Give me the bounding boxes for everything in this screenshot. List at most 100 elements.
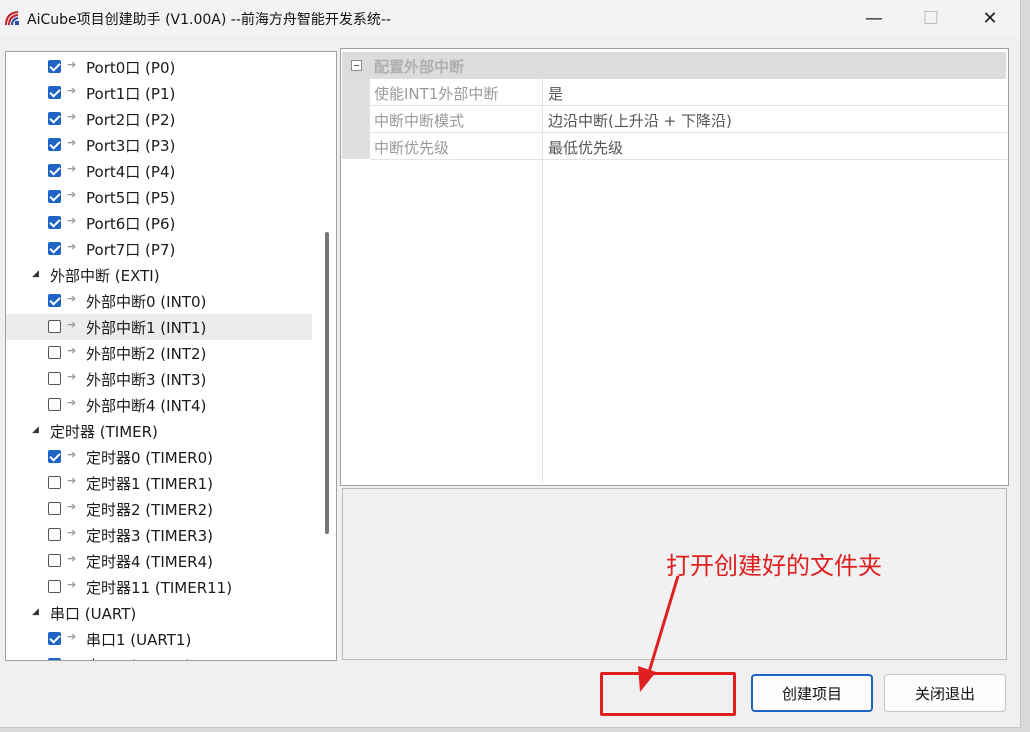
property-category-label: 配置外部中断	[374, 58, 465, 76]
arrow-right-icon: ➔	[67, 474, 77, 487]
tree-item-checkbox[interactable]	[48, 138, 61, 151]
tree-item-checkbox[interactable]	[48, 554, 61, 567]
property-value[interactable]: 边沿中断(上升沿 + 下降沿)	[548, 110, 732, 131]
tree-group[interactable]: ◢ 外部中断 (EXTI)	[6, 262, 312, 288]
tree-item[interactable]: ➔ Port3口 (P3)	[6, 132, 312, 158]
expand-icon[interactable]: ◢	[32, 425, 39, 435]
tree-item[interactable]: ➔ Port2口 (P2)	[6, 106, 312, 132]
tree-item[interactable]: ➔ Port6口 (P6)	[6, 210, 312, 236]
tree-item-checkbox[interactable]	[48, 450, 61, 463]
close-button[interactable]: ✕	[966, 0, 1014, 36]
tree-item[interactable]: ➔ 外部中断4 (INT4)	[6, 392, 312, 418]
annotation-highlight-box	[600, 672, 736, 716]
tree-item-label: 定时器 (TIMER)	[50, 423, 158, 441]
tree-item[interactable]: ➔ 外部中断3 (INT3)	[6, 366, 312, 392]
tree-group[interactable]: ◢ 定时器 (TIMER)	[6, 418, 312, 444]
create-project-button[interactable]: 创建项目	[751, 674, 873, 712]
tree-item-checkbox[interactable]	[48, 320, 61, 333]
property-name: 中断优先级	[374, 139, 450, 157]
tree-item-label: Port3口 (P3)	[86, 137, 176, 155]
tree-item-label: 外部中断0 (INT0)	[86, 293, 207, 311]
arrow-right-icon: ➔	[67, 292, 77, 305]
property-category[interactable]: 配置外部中断	[342, 52, 1006, 79]
tree-item-checkbox[interactable]	[48, 398, 61, 411]
tree-item-checkbox[interactable]	[48, 372, 61, 385]
property-row[interactable]: 中断优先级 最低优先级	[370, 133, 1007, 160]
tree-item-checkbox[interactable]	[48, 658, 61, 660]
tree-item-checkbox[interactable]	[48, 216, 61, 229]
tree-item-label: 外部中断1 (INT1)	[86, 319, 207, 337]
tree-item[interactable]: ➔ Port1口 (P1)	[6, 80, 312, 106]
tree-scrollbar-thumb[interactable]	[325, 232, 329, 534]
arrow-right-icon: ➔	[67, 162, 77, 175]
tree-item[interactable]: ➔ Port7口 (P7)	[6, 236, 312, 262]
close-exit-button[interactable]: 关闭退出	[884, 674, 1006, 712]
tree-item-label: 定时器0 (TIMER0)	[86, 449, 213, 467]
tree-item[interactable]: ➔ 外部中断1 (INT1)	[6, 314, 312, 340]
property-name: 中断中断模式	[374, 112, 465, 130]
expand-icon[interactable]: ◢	[32, 269, 39, 279]
tree-item-label: Port2口 (P2)	[86, 111, 176, 129]
tree-item-checkbox[interactable]	[48, 86, 61, 99]
property-value[interactable]: 是	[548, 83, 563, 104]
tree-item-checkbox[interactable]	[48, 502, 61, 515]
tree-item[interactable]: ➔ Port0口 (P0)	[6, 54, 312, 80]
tree-item-label: Port6口 (P6)	[86, 215, 176, 233]
tree-item-label: 定时器2 (TIMER2)	[86, 501, 213, 519]
tree-item-checkbox[interactable]	[48, 60, 61, 73]
tree-item[interactable]: ➔ 定时器3 (TIMER3)	[6, 522, 312, 548]
arrow-right-icon: ➔	[67, 526, 77, 539]
tree-item-label: 定时器1 (TIMER1)	[86, 475, 213, 493]
tree-item[interactable]: ➔ 外部中断0 (INT0)	[6, 288, 312, 314]
tree-item-checkbox[interactable]	[48, 242, 61, 255]
tree-item-label: Port7口 (P7)	[86, 241, 176, 259]
tree-item[interactable]: ➔ 定时器1 (TIMER1)	[6, 470, 312, 496]
tree-item-checkbox[interactable]	[48, 112, 61, 125]
tree-item-checkbox[interactable]	[48, 476, 61, 489]
expand-icon[interactable]: ◢	[32, 607, 39, 617]
peripheral-tree[interactable]: ➔ Port0口 (P0) ➔ Port1口 (P1) ➔ Port2口 (P2) ➔ Por…	[5, 51, 337, 661]
tree-item[interactable]: ➔ 定时器4 (TIMER4)	[6, 548, 312, 574]
tree-item[interactable]: ➔ 定时器2 (TIMER2)	[6, 496, 312, 522]
minimize-button[interactable]: —	[850, 0, 898, 36]
tree-item[interactable]: ➔ 定时器11 (TIMER11)	[6, 574, 312, 600]
property-value[interactable]: 最低优先级	[548, 137, 623, 158]
collapse-icon[interactable]	[351, 60, 362, 71]
property-row[interactable]: 中断中断模式 边沿中断(上升沿 + 下降沿)	[370, 106, 1007, 133]
tree-item-label: Port0口 (P0)	[86, 59, 176, 77]
property-row[interactable]: 使能INT1外部中断 是	[370, 79, 1007, 106]
window-title: AiCube项目创建助手 (V1.00A) --前海方舟智能开发系统--	[27, 12, 391, 28]
tree-item-checkbox[interactable]	[48, 632, 61, 645]
arrow-right-icon: ➔	[67, 630, 77, 643]
arrow-right-icon: ➔	[67, 656, 76, 660]
tree-item-checkbox[interactable]	[48, 528, 61, 541]
arrow-right-icon: ➔	[67, 396, 77, 409]
tree-item-checkbox[interactable]	[48, 294, 61, 307]
tree-item[interactable]: ➔ 外部中断2 (INT2)	[6, 340, 312, 366]
arrow-right-icon: ➔	[67, 552, 77, 565]
arrow-right-icon: ➔	[67, 578, 77, 591]
property-grid[interactable]: 配置外部中断 使能INT1外部中断 是 中断中断模式 边沿中断(上升沿 + 下降…	[340, 48, 1009, 486]
tree-item-label: 外部中断4 (INT4)	[86, 397, 207, 415]
tree-item[interactable]: ➔ Port4口 (P4)	[6, 158, 312, 184]
arrow-right-icon: ➔	[67, 370, 77, 383]
tree-item[interactable]: ➔ 串口1 (UART1)	[6, 626, 312, 652]
tree-item-label: 串口1 (UART1)	[86, 631, 192, 649]
tree-item[interactable]: ➔ 定时器0 (TIMER0)	[6, 444, 312, 470]
tree-item-checkbox[interactable]	[48, 190, 61, 203]
arrow-right-icon: ➔	[67, 500, 77, 513]
maximize-icon: ☐	[922, 7, 940, 29]
arrow-right-icon: ➔	[67, 318, 77, 331]
tree-item-checkbox[interactable]	[48, 164, 61, 177]
tree-item-label: 串口2 (UART2)	[86, 655, 191, 660]
arrow-right-icon: ➔	[67, 344, 77, 357]
title-bar[interactable]: AiCube项目创建助手 (V1.00A) --前海方舟智能开发系统-- — ☐…	[0, 0, 1020, 36]
maximize-button[interactable]: ☐	[907, 0, 955, 36]
tree-group[interactable]: ◢ 串口 (UART)	[6, 600, 312, 626]
tree-item[interactable]: ➔ 串口2 (UART2)	[6, 652, 312, 660]
tree-item[interactable]: ➔ Port5口 (P5)	[6, 184, 312, 210]
tree-item-checkbox[interactable]	[48, 346, 61, 359]
tree-item-checkbox[interactable]	[48, 580, 61, 593]
aicube-window: AiCube项目创建助手 (V1.00A) --前海方舟智能开发系统-- — ☐…	[0, 0, 1021, 728]
arrow-right-icon: ➔	[67, 110, 77, 123]
